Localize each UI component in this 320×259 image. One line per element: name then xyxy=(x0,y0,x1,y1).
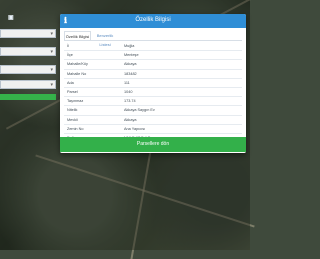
sidebar-select[interactable]: ▾ xyxy=(0,29,56,38)
table-row: Mahalle No 183482 xyxy=(64,70,242,79)
row-value: 1040 xyxy=(124,89,133,94)
modal-tabs: Özellik Bilgisi Benzerlik Listesi xyxy=(64,31,242,47)
row-value: 173.74 xyxy=(124,99,136,104)
row-label: Taşınmaz xyxy=(67,99,84,104)
row-label: Parsel xyxy=(67,89,78,94)
row-value: 111 xyxy=(124,80,130,85)
sidebar-logo: ▣ xyxy=(8,15,14,21)
table-row: İl Muğla xyxy=(64,42,242,52)
tab-feature-info[interactable]: Özellik Bilgisi xyxy=(64,31,91,40)
tab-similarity-list[interactable]: Benzerlik Listesi xyxy=(92,31,118,47)
table-row: Zemin No Ana Yapıcısı xyxy=(64,125,242,134)
row-label: Mahalle No xyxy=(67,71,87,76)
chevron-down-icon: ▾ xyxy=(50,31,53,37)
row-value: Akkaya xyxy=(124,62,137,67)
row-label: Mahalle/Köy xyxy=(67,62,88,67)
sidebar-select[interactable]: ▾ xyxy=(0,47,56,56)
sidebar: ▣ ▾ ▾ ▾ ▾ xyxy=(0,0,58,250)
chevron-down-icon: ▾ xyxy=(50,82,53,88)
feature-info-modal: ℹ Özellik Bilgisi Özellik Bilgisi Benzer… xyxy=(60,14,246,153)
table-row: Parsel 1040 xyxy=(64,88,242,98)
table-row: İlçe Menteşe xyxy=(64,51,242,61)
row-label: Nitelik xyxy=(67,108,78,113)
table-row: Taşınmaz 173.74 xyxy=(64,97,242,107)
row-label: İlçe xyxy=(67,53,73,58)
table-row: Nitelik Akkaya Saygın Ev xyxy=(64,106,242,116)
row-label: Mevkii xyxy=(67,117,78,122)
table-row: Mahalle/Köy Akkaya xyxy=(64,60,242,70)
sidebar-select[interactable]: ▾ xyxy=(0,80,56,89)
sidebar-search-button[interactable] xyxy=(0,94,56,100)
chevron-down-icon: ▾ xyxy=(50,49,53,55)
modal-title: Özellik Bilgisi xyxy=(135,17,171,23)
sidebar-select[interactable]: ▾ xyxy=(0,65,56,74)
row-label: Ada xyxy=(67,80,74,85)
row-value: 183482 xyxy=(124,71,137,76)
row-value: Akkaya xyxy=(124,117,137,122)
row-value: Menteşe xyxy=(124,53,139,58)
row-value: Akkaya Saygın Ev xyxy=(124,108,155,113)
chevron-down-icon: ▾ xyxy=(50,67,53,73)
modal-header: ℹ Özellik Bilgisi xyxy=(60,14,246,28)
feature-info-table: İl Muğla İlçe Menteşe Mahalle/Köy Akkaya Ma… xyxy=(64,42,242,144)
row-label: Zemin No xyxy=(67,126,84,131)
row-value: Ana Yapıcısı xyxy=(124,126,146,131)
row-label: İl xyxy=(67,44,69,48)
table-row: Mevkii Akkaya xyxy=(64,116,242,125)
row-value: Muğla xyxy=(124,44,135,48)
return-to-parcels-button[interactable]: Parsellere dön xyxy=(60,137,246,152)
table-row: Ada 111 xyxy=(64,79,242,88)
